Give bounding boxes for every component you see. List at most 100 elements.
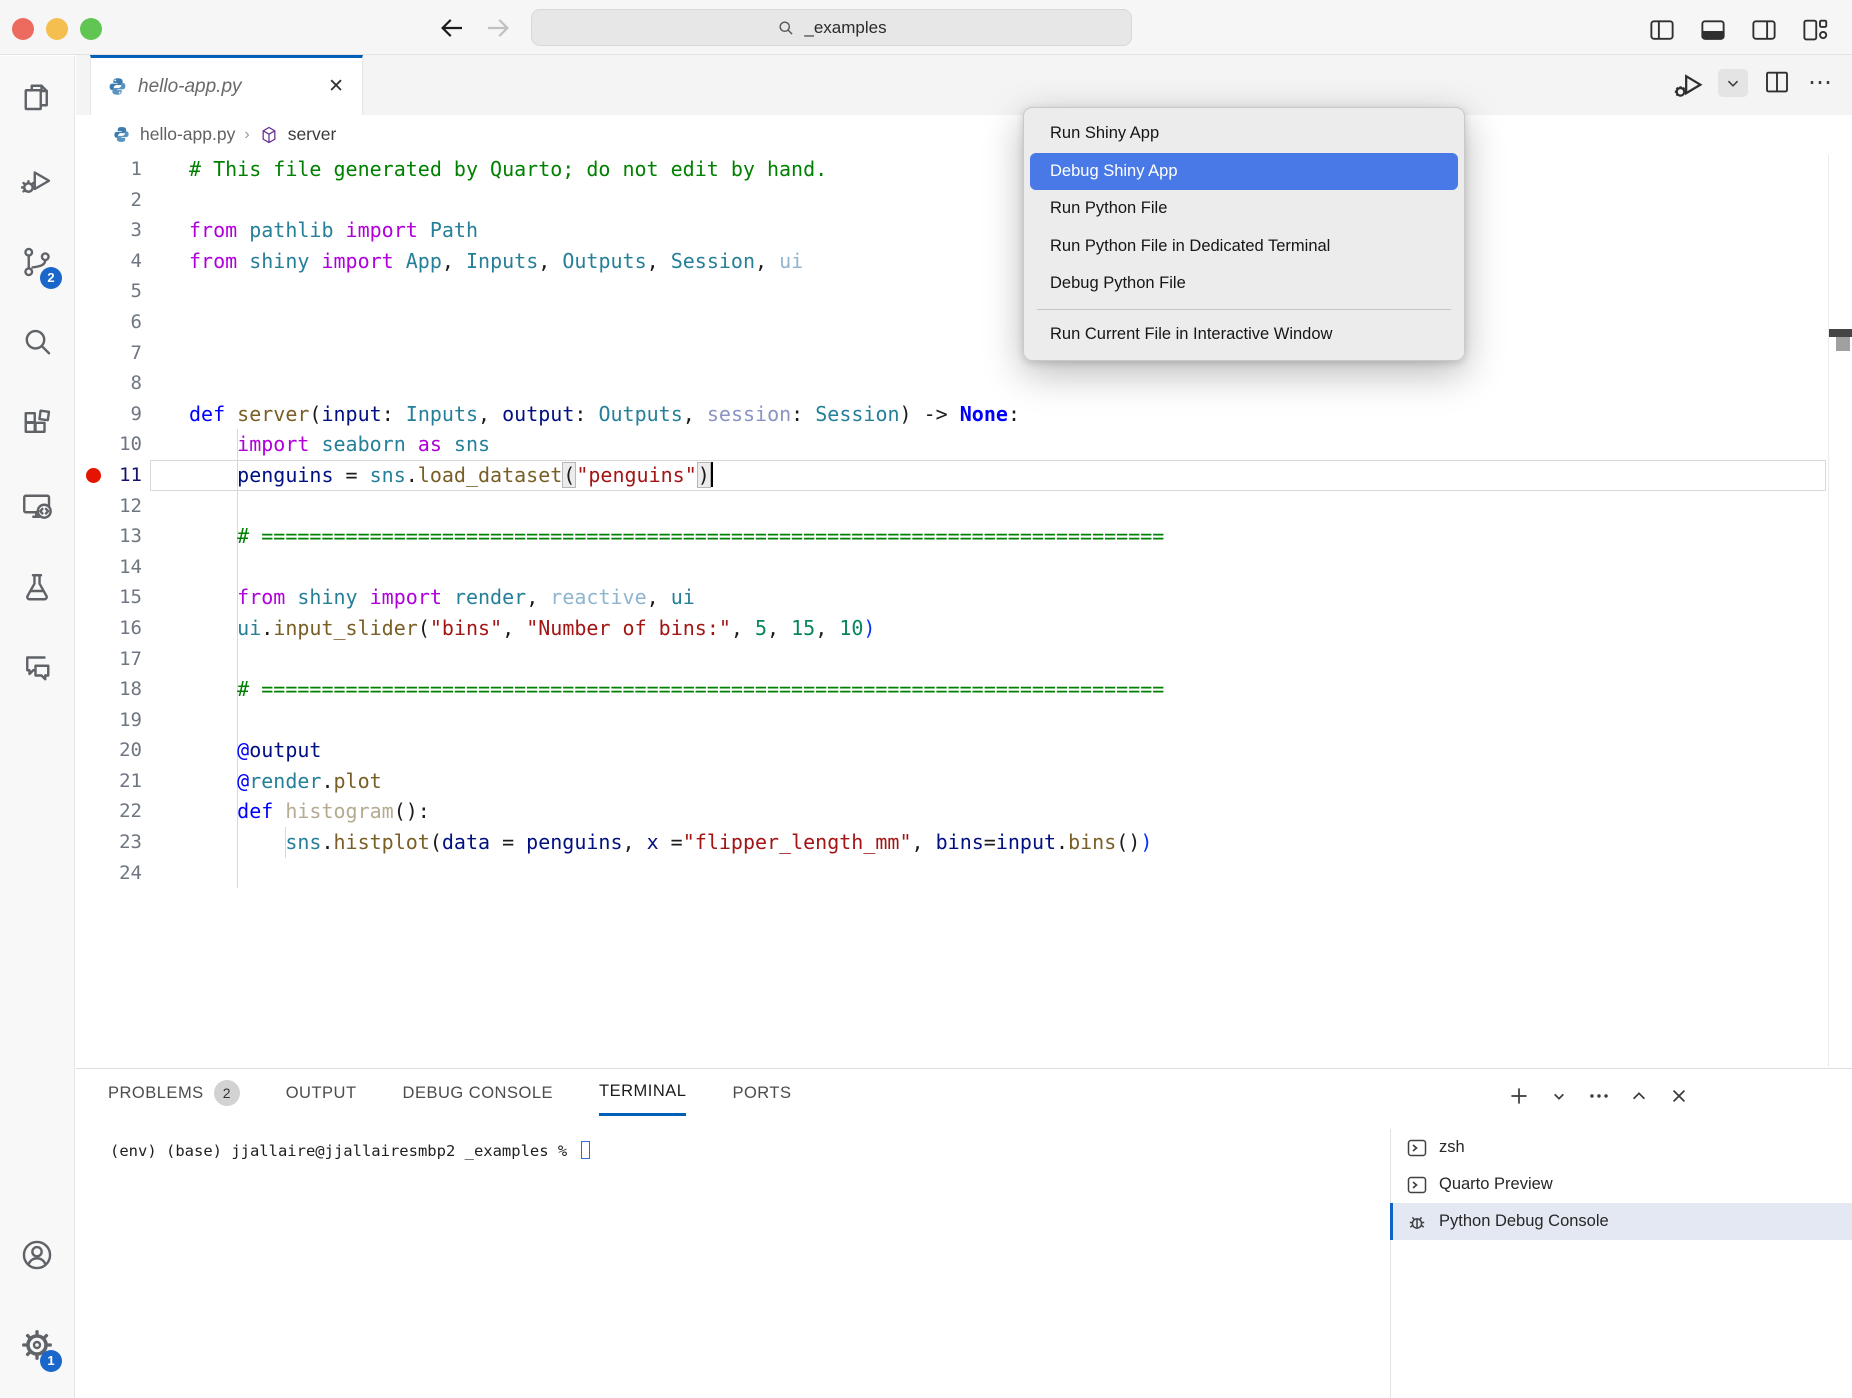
- line-number[interactable]: 21: [76, 766, 142, 797]
- menu-item-debug-python-file[interactable]: Debug Python File: [1024, 265, 1464, 303]
- line-number[interactable]: 24: [76, 858, 142, 889]
- line-number[interactable]: 3: [76, 215, 142, 246]
- line-number[interactable]: 23: [76, 827, 142, 858]
- code-line-23[interactable]: 23 sns.histplot(data = penguins, x ="fli…: [76, 827, 1852, 858]
- terminal-item-python-debug-console[interactable]: Python Debug Console: [1390, 1203, 1852, 1240]
- activity-bar-explorer[interactable]: [19, 79, 55, 115]
- panel-more-actions-icon[interactable]: [1586, 1083, 1612, 1109]
- line-number[interactable]: 17: [76, 644, 142, 675]
- terminal-item-zsh[interactable]: zsh: [1390, 1129, 1852, 1166]
- activity-bar-testing[interactable]: [19, 570, 55, 606]
- menu-item-debug-shiny-app[interactable]: Debug Shiny App: [1030, 153, 1458, 191]
- menu-item-run-python-file-in-dedicated-terminal[interactable]: Run Python File in Dedicated Terminal: [1024, 228, 1464, 266]
- line-number[interactable]: 22: [76, 796, 142, 827]
- line-number[interactable]: 18: [76, 674, 142, 705]
- code-line-16[interactable]: 16 ui.input_slider("bins", "Number of bi…: [76, 613, 1852, 644]
- code-line-3[interactable]: 3from pathlib import Path: [76, 215, 1852, 246]
- line-number[interactable]: 20: [76, 735, 142, 766]
- line-number[interactable]: 11: [76, 460, 142, 491]
- line-number[interactable]: 7: [76, 338, 142, 369]
- code-line-1[interactable]: 1# This file generated by Quarto; do not…: [76, 154, 1852, 185]
- code-line-7[interactable]: 7: [76, 338, 1852, 369]
- code-line-6[interactable]: 6: [76, 307, 1852, 338]
- line-number[interactable]: 4: [76, 246, 142, 277]
- back-button[interactable]: [437, 13, 467, 43]
- panel-tab-label: OUTPUT: [286, 1084, 357, 1103]
- minimize-window-button[interactable]: [46, 18, 68, 40]
- toggle-panel-icon[interactable]: [1698, 15, 1728, 45]
- terminal-launch-dropdown-icon[interactable]: [1546, 1083, 1572, 1109]
- panel-tab-problems[interactable]: PROBLEMS2: [108, 1080, 240, 1116]
- activity-bar-comments[interactable]: [19, 650, 55, 686]
- code-line-15[interactable]: 15 from shiny import render, reactive, u…: [76, 582, 1852, 613]
- line-number[interactable]: 9: [76, 399, 142, 430]
- maximize-panel-icon[interactable]: [1626, 1083, 1652, 1109]
- activity-bar-source-control[interactable]: 2: [19, 244, 55, 280]
- terminal-prompt[interactable]: (env) (base) jjallaire@jjallairesmbp2 _e…: [110, 1141, 590, 1160]
- python-file-icon: [112, 125, 131, 144]
- code-line-5[interactable]: 5: [76, 276, 1852, 307]
- code-line-20[interactable]: 20 @output: [76, 735, 1852, 766]
- line-number[interactable]: 10: [76, 429, 142, 460]
- code-line-14[interactable]: 14: [76, 552, 1852, 583]
- split-editor-icon[interactable]: [1762, 67, 1794, 99]
- line-number[interactable]: 12: [76, 491, 142, 522]
- activity-bar-run-debug[interactable]: [19, 162, 55, 198]
- close-panel-icon[interactable]: [1666, 1083, 1692, 1109]
- code-line-13[interactable]: 13 # ===================================…: [76, 521, 1852, 552]
- line-number[interactable]: 1: [76, 154, 142, 185]
- code-line-21[interactable]: 21 @render.plot: [76, 766, 1852, 797]
- line-number[interactable]: 16: [76, 613, 142, 644]
- run-or-debug-icon[interactable]: [1672, 67, 1704, 99]
- code-line-11[interactable]: 11 penguins = sns.load_dataset("penguins…: [76, 460, 1852, 491]
- code-line-17[interactable]: 17: [76, 644, 1852, 675]
- code-line-8[interactable]: 8: [76, 368, 1852, 399]
- zoom-window-button[interactable]: [80, 18, 102, 40]
- close-tab-icon[interactable]: ✕: [328, 77, 344, 96]
- code-line-12[interactable]: 12: [76, 491, 1852, 522]
- terminal-item-quarto-preview[interactable]: Quarto Preview: [1390, 1166, 1852, 1203]
- panel-tab-debug-console[interactable]: DEBUG CONSOLE: [403, 1080, 553, 1116]
- line-number[interactable]: 15: [76, 582, 142, 613]
- line-number[interactable]: 2: [76, 185, 142, 216]
- vscode-window: _examples 21: [0, 0, 1852, 1398]
- breadcrumb-symbol[interactable]: server: [288, 124, 337, 145]
- code-line-24[interactable]: 24: [76, 858, 1852, 889]
- line-number[interactable]: 13: [76, 521, 142, 552]
- new-terminal-icon[interactable]: [1506, 1083, 1532, 1109]
- code-line-2[interactable]: 2: [76, 185, 1852, 216]
- activity-bar-account[interactable]: [19, 1237, 55, 1273]
- more-actions-icon[interactable]: ⋯: [1808, 68, 1834, 98]
- menu-item-run-shiny-app[interactable]: Run Shiny App: [1024, 115, 1464, 153]
- run-options-dropdown[interactable]: [1718, 69, 1748, 97]
- breadcrumb-file[interactable]: hello-app.py: [140, 124, 235, 145]
- panel-tab-output[interactable]: OUTPUT: [286, 1080, 357, 1116]
- menu-item-run-python-file[interactable]: Run Python File: [1024, 190, 1464, 228]
- code-line-4[interactable]: 4from shiny import App, Inputs, Outputs,…: [76, 246, 1852, 277]
- activity-bar-remote-explorer[interactable]: [19, 489, 55, 525]
- forward-button[interactable]: [483, 13, 513, 43]
- activity-bar-extensions[interactable]: [19, 406, 55, 442]
- line-number[interactable]: 5: [76, 276, 142, 307]
- code-line-9[interactable]: 9def server(input: Inputs, output: Outpu…: [76, 399, 1852, 430]
- code-line-18[interactable]: 18 # ===================================…: [76, 674, 1852, 705]
- toggle-primary-sidebar-icon[interactable]: [1647, 15, 1677, 45]
- code-editor[interactable]: 1# This file generated by Quarto; do not…: [76, 154, 1852, 1068]
- customize-layout-icon[interactable]: [1800, 15, 1830, 45]
- line-number[interactable]: 19: [76, 705, 142, 736]
- activity-bar-settings[interactable]: 1: [19, 1327, 55, 1363]
- toggle-secondary-sidebar-icon[interactable]: [1749, 15, 1779, 45]
- close-window-button[interactable]: [12, 18, 34, 40]
- line-number[interactable]: 14: [76, 552, 142, 583]
- code-line-19[interactable]: 19: [76, 705, 1852, 736]
- editor-tab-hello-app[interactable]: hello-app.py ✕: [90, 55, 363, 115]
- code-line-10[interactable]: 10 import seaborn as sns: [76, 429, 1852, 460]
- command-center-search[interactable]: _examples: [531, 9, 1132, 46]
- panel-tab-terminal[interactable]: TERMINAL: [599, 1080, 686, 1116]
- code-line-22[interactable]: 22 def histogram():: [76, 796, 1852, 827]
- line-number[interactable]: 6: [76, 307, 142, 338]
- panel-tab-ports[interactable]: PORTS: [732, 1080, 791, 1116]
- activity-bar-search[interactable]: [19, 324, 55, 360]
- line-number[interactable]: 8: [76, 368, 142, 399]
- menu-item-run-current-file-in-interactive-window[interactable]: Run Current File in Interactive Window: [1024, 316, 1464, 354]
